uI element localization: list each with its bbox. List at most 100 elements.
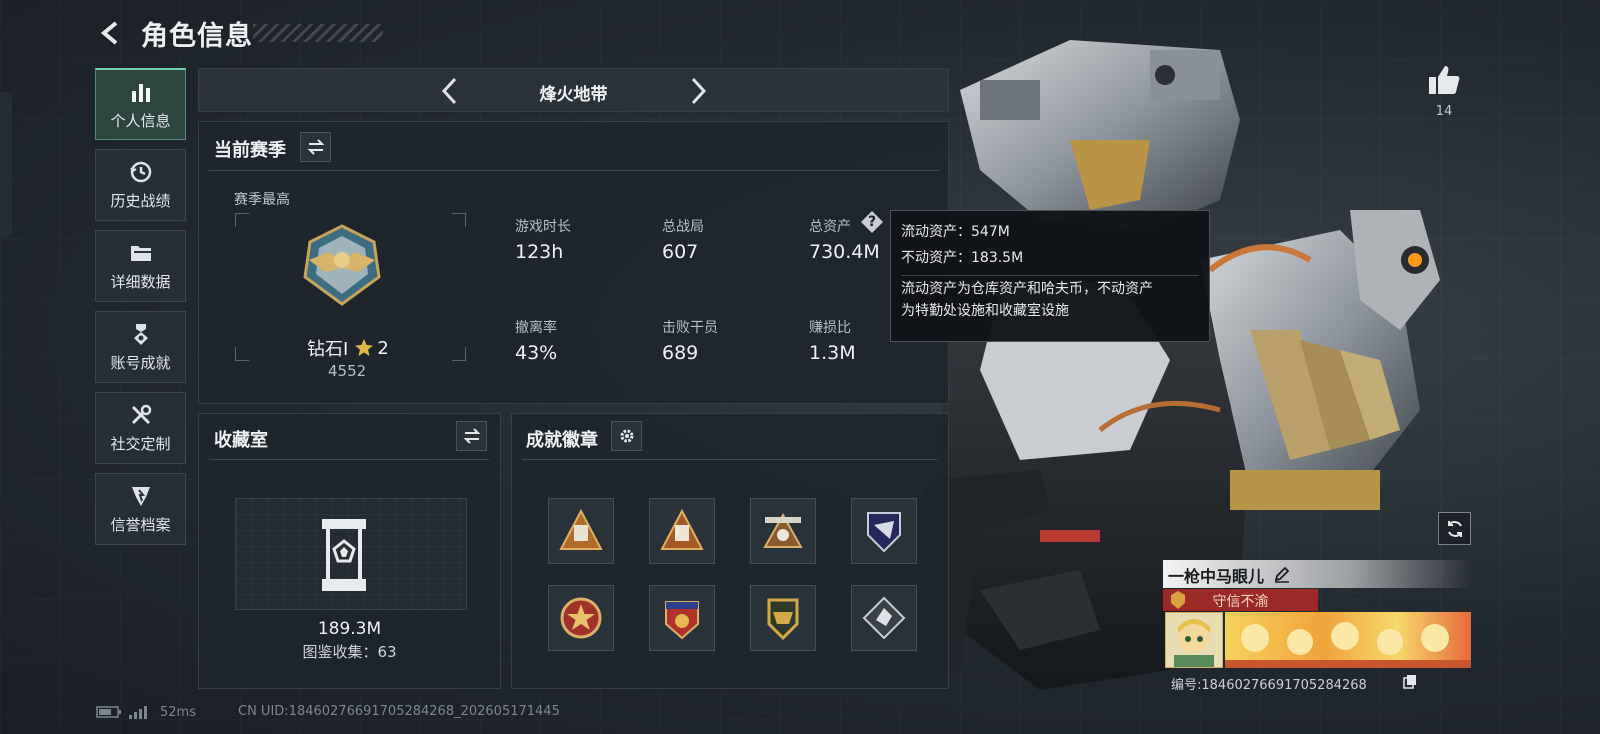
badge-slot-6[interactable] (649, 585, 715, 651)
stat-label: 赚损比 (809, 320, 851, 336)
sidebar-item-achievements[interactable]: 账号成就 (95, 311, 186, 383)
stat-value: 1.3M (809, 342, 856, 364)
sidebar-item-label: 历史战绩 (110, 192, 171, 210)
sidebar: 个人信息 历史战绩 详细数据 账号成就 社交定制 信誉档案 (95, 68, 186, 554)
frame-corner (452, 213, 466, 227)
edit-name-icon[interactable] (1273, 565, 1291, 583)
swap-icon (307, 139, 324, 155)
sidebar-item-label: 账号成就 (110, 354, 171, 372)
badge-slot-4[interactable] (851, 498, 917, 564)
badge-slot-2[interactable] (649, 498, 715, 564)
battery-icon (96, 706, 121, 718)
frame-corner (235, 347, 249, 361)
badge-7-icon (767, 598, 799, 641)
collection-value: 189.3M (317, 619, 382, 639)
badge-3-icon (763, 512, 803, 548)
sidebar-item-social-custom[interactable]: 社交定制 (95, 392, 186, 464)
badge-slot-3[interactable] (750, 498, 816, 564)
tooltip-desc-2: 为特勤处设施和收藏室设施 (901, 303, 1069, 319)
status-bar: 52ms (96, 702, 196, 722)
badge-5-icon (560, 597, 602, 639)
switch-collection-button[interactable] (456, 421, 487, 451)
badge-1-icon (559, 508, 603, 550)
badge-slot-1[interactable] (548, 498, 614, 564)
edge-tab[interactable] (0, 92, 12, 238)
tooltip-desc-1: 流动资产为仓库资产和哈夫币，不动资产 (901, 281, 1153, 297)
badge-2-icon (660, 508, 704, 550)
sidebar-item-credit-record[interactable]: 信誉档案 (95, 473, 186, 545)
switch-season-button[interactable] (300, 132, 331, 162)
credit-icon (131, 487, 150, 506)
stat-label: 游戏时长 (515, 219, 571, 235)
copy-icon[interactable] (1403, 674, 1417, 689)
title-decoration (253, 24, 383, 42)
like-button[interactable]: 14 (1424, 64, 1464, 119)
back-button[interactable] (96, 17, 126, 49)
rank-name: 钻石Ⅰ (307, 339, 349, 360)
folder-icon (130, 246, 151, 261)
divider (209, 459, 489, 460)
badges-panel: 成就徽章 (511, 413, 949, 689)
player-id: 编号:18460276691705284268 (1171, 678, 1367, 693)
asset-help-icon[interactable]: ? (861, 211, 883, 233)
ping-value: 52ms (160, 704, 196, 720)
star-icon (355, 339, 374, 356)
sidebar-item-personal-info[interactable]: 个人信息 (95, 68, 186, 140)
asset-tooltip: 流动资产：547M 不动资产：183.5M 流动资产为仓库资产和哈夫币，不动资产… (890, 210, 1210, 342)
next-season-button[interactable] (683, 75, 713, 107)
refresh-icon (1447, 520, 1462, 537)
signal-icon (129, 706, 147, 719)
player-name-row: 一枪中马眼儿 (1163, 560, 1473, 588)
sidebar-item-label: 个人信息 (110, 111, 171, 130)
stat-value: 730.4M (809, 241, 880, 263)
badge-settings-button[interactable] (611, 421, 642, 451)
collection-count: 图鉴收集：63 (302, 643, 397, 661)
badge-6-icon (665, 601, 699, 640)
stat-value: 43% (515, 342, 558, 364)
player-title: 守信不渝 (1212, 594, 1269, 610)
player-card: 一枪中马眼儿 守信不渝 编号:18460276691705284268 (1163, 560, 1473, 693)
stat-label: 击败干员 (662, 320, 718, 336)
sidebar-item-history[interactable]: 历史战绩 (95, 149, 186, 221)
thumbs-up-icon (1429, 66, 1460, 94)
frame-corner (235, 213, 249, 227)
stat-label: 总战局 (662, 219, 704, 235)
frame-corner (452, 347, 466, 361)
display-case-icon (322, 519, 366, 591)
stat-value: 689 (662, 342, 699, 364)
page-title: 角色信息 (141, 21, 253, 52)
back-arrow-icon (100, 21, 118, 45)
season-selector: 烽火地带 (198, 68, 949, 112)
chevron-right-icon (691, 77, 707, 105)
avatar[interactable] (1165, 612, 1223, 668)
badge-slot-7[interactable] (750, 585, 816, 651)
badge-slot-8[interactable] (851, 585, 917, 651)
refresh-button[interactable] (1438, 512, 1471, 545)
stat-label: 撤离率 (515, 320, 557, 336)
player-name: 一枪中马眼儿 (1168, 567, 1265, 586)
avatar-portrait-icon (1174, 619, 1214, 667)
badge-slot-5[interactable] (548, 585, 614, 651)
season-best-label: 赛季最高 (234, 192, 290, 208)
sidebar-item-label: 社交定制 (110, 435, 171, 453)
stat-value: 123h (515, 241, 564, 263)
panel-title: 收藏室 (214, 430, 268, 451)
divider (522, 459, 937, 460)
swap-icon (463, 428, 480, 444)
collection-preview[interactable] (235, 498, 467, 610)
badge-8-icon (862, 596, 906, 640)
current-season-panel: 当前赛季 赛季最高 钻石Ⅰ 2 4552 游戏时长 123h 总战局 607 总… (198, 121, 949, 404)
rank-stars: 2 (377, 337, 389, 359)
sidebar-item-label: 信誉档案 (110, 516, 171, 534)
tools-icon (131, 404, 151, 425)
tooltip-liquid-assets: 流动资产：547M (901, 224, 1010, 240)
like-count: 14 (1435, 104, 1453, 119)
player-banner[interactable] (1225, 612, 1471, 668)
rank-line: 钻石Ⅰ 2 (307, 335, 389, 361)
sidebar-item-detail-data[interactable]: 详细数据 (95, 230, 186, 302)
history-icon (129, 161, 151, 183)
player-title-bar: 守信不渝 (1163, 589, 1318, 611)
bar-chart-icon (131, 83, 150, 102)
tooltip-divider (901, 275, 1199, 276)
badge-4-icon (867, 512, 901, 553)
